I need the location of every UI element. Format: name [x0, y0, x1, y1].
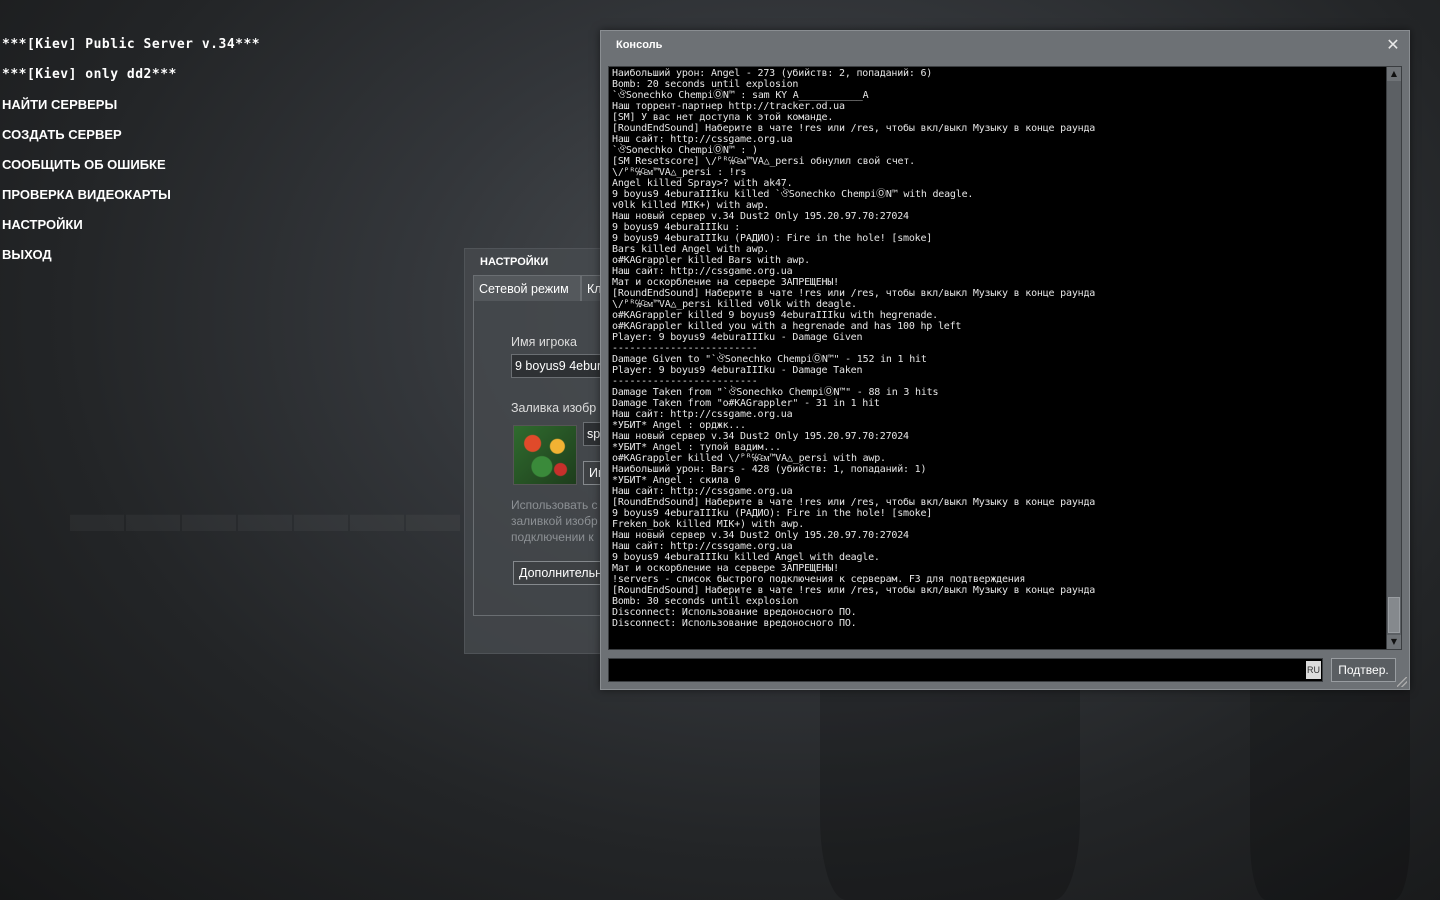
scroll-down-arrow-icon[interactable]: ▼ [1387, 635, 1401, 649]
console-line: Наш новый сервер v.34 Dust2 Only 195.20.… [612, 530, 909, 541]
console-log: Наибольший урон: Angel - 273 (убийств: 2… [608, 66, 1387, 650]
console-line: Наш сайт: http://cssgame.org.ua [612, 541, 793, 552]
console-line: Angel killed Spray>? with ak47. [612, 178, 793, 189]
console-scrollbar[interactable]: ▲ ▼ [1386, 66, 1402, 650]
console-line: Bomb: 20 seconds until explosion [612, 79, 799, 90]
console-line: Наш новый сервер v.34 Dust2 Only 195.20.… [612, 211, 909, 222]
menu-item-settings[interactable]: НАСТРОЙКИ [2, 216, 260, 246]
console-line: `ঔSonechko ChempiⓄN™ : ) [612, 145, 758, 156]
console-line: `ঔSonechko ChempiⓄN™ : sam KY A_________… [612, 90, 869, 101]
console-line: Наибольший урон: Bars - 428 (убийств: 1,… [612, 464, 927, 475]
console-line: 9 boyus9 4eburaIIIku killed `ঔSonechko C… [612, 189, 974, 200]
menu-item-exit[interactable]: ВЫХОД [2, 246, 260, 276]
background-watermark: ▬▬▬▬▬▬▬ [70, 482, 462, 544]
console-line: ------------------------- [612, 343, 758, 354]
console-line: *УБИТ* Angel : орджк... [612, 420, 746, 431]
menu-item-server-1[interactable]: ***[Kiev] Public Server v.34*** [2, 36, 260, 66]
console-line: [RoundEndSound] Наберите в чате !res или… [612, 585, 1096, 596]
console-line: Наибольший урон: Angel - 273 (убийств: 2… [612, 68, 933, 79]
console-line: *УБИТ* Angel : скила 0 [612, 475, 741, 486]
console-line: Мат и оскорбление на сервере ЗАПРЕЩЕНЫ! [612, 277, 839, 288]
console-line: Damage Given to "`ঔSonechko ChempiⓄN™" -… [612, 354, 927, 365]
menu-item-create-server[interactable]: СОЗДАТЬ СЕРВЕР [2, 126, 260, 156]
scroll-up-arrow-icon[interactable]: ▲ [1387, 67, 1401, 81]
console-line: Наш сайт: http://cssgame.org.ua [612, 409, 793, 420]
settings-title: НАСТРОЙКИ [480, 256, 549, 268]
menu-item-server-2[interactable]: ***[Kiev] only dd2*** [2, 66, 260, 96]
console-line: Bars killed Angel with awp. [612, 244, 770, 255]
menu-item-check-video-card[interactable]: ПРОВЕРКА ВИДЕОКАРТЫ [2, 186, 260, 216]
console-line: \/ᴾᴿ℅₠ᴍ™VA△_persi killed v0lk with deagl… [612, 299, 857, 310]
console-line: [RoundEndSound] Наберите в чате !res или… [612, 288, 1096, 299]
main-menu: ***[Kiev] Public Server v.34*** ***[Kiev… [2, 36, 260, 276]
console-line: 9 boyus9 4eburaIIIku (РАДИО): Fire in th… [612, 508, 933, 519]
console-line: *УБИТ* Angel : тупой вадим... [612, 442, 781, 453]
menu-item-report-bug[interactable]: СООБЩИТЬ ОБ ОШИБКЕ [2, 156, 260, 186]
scrollbar-thumb[interactable] [1388, 597, 1400, 633]
console-line: !servers - список быстрого подключения к… [612, 574, 1026, 585]
console-line: Мат и оскорбление на сервере ЗАПРЕЩЕНЫ! [612, 563, 839, 574]
console-line: [RoundEndSound] Наберите в чате !res или… [612, 497, 1096, 508]
console-line: 9 boyus9 4eburaIIIku : [612, 222, 741, 233]
console-line: 9 boyus9 4eburaIIIku killed Angel with d… [612, 552, 880, 563]
submit-button[interactable]: Подтвер. [1331, 658, 1396, 682]
console-title: Консоль [616, 39, 663, 51]
console-line: Bomb: 30 seconds until explosion [612, 596, 799, 607]
console-line: Наш новый сервер v.34 Dust2 Only 195.20.… [612, 431, 909, 442]
resize-grip-icon[interactable] [1397, 677, 1407, 687]
console-line: [SM] У вас нет доступа к этой команде. [612, 112, 834, 123]
console-line: 9 boyus9 4eburaIIIku (РАДИО): Fire in th… [612, 233, 933, 244]
spray-image [513, 425, 577, 485]
console-command-input[interactable] [608, 658, 1323, 682]
close-icon[interactable]: ✕ [1385, 37, 1401, 53]
console-line: Disconnect: Использование вредоносного П… [612, 618, 857, 629]
console-line: o#KAGrappler killed \/ᴾᴿ℅₠ᴍ™VA△_persi wi… [612, 453, 886, 464]
menu-item-find-servers[interactable]: НАЙТИ СЕРВЕРЫ [2, 96, 260, 126]
console-line: o#KAGrappler killed Bars with awp. [612, 255, 810, 266]
console-line: o#KAGrappler killed you with a hegrenade… [612, 321, 962, 332]
console-line: Damage Taken from "o#KAGrappler" - 31 in… [612, 398, 880, 409]
console-line: Наш сайт: http://cssgame.org.ua [612, 486, 793, 497]
console-line: Наш сайт: http://cssgame.org.ua [612, 134, 793, 145]
console-line: v0lk killed MIK+) with awp. [612, 200, 770, 211]
console-window: Консоль ✕ Наибольший урон: Angel - 273 (… [600, 30, 1410, 690]
console-line: [SM Resetscore] \/ᴾᴿ℅₠ᴍ™VA△_persi обнули… [612, 156, 915, 167]
console-line: Damage Taken from "`ঔSonechko ChempiⓄN™"… [612, 387, 939, 398]
player-name-label: Имя игрока [511, 335, 577, 349]
console-line: o#KAGrappler killed 9 boyus9 4eburaIIIku… [612, 310, 938, 321]
tab-network-mode[interactable]: Сетевой режим [473, 275, 581, 301]
console-line: Player: 9 boyus9 4eburaIIIku - Damage Gi… [612, 332, 863, 343]
console-line: Player: 9 boyus9 4eburaIIIku - Damage Ta… [612, 365, 863, 376]
console-line: [RoundEndSound] Наберите в чате !res или… [612, 123, 1096, 134]
console-line: ------------------------- [612, 376, 758, 387]
spray-label: Заливка изобр [511, 401, 597, 415]
language-badge: RU [1306, 661, 1321, 679]
console-line: Freken_bok killed MIK+) with awp. [612, 519, 805, 530]
console-line: Наш сайт: http://cssgame.org.ua [612, 266, 793, 277]
console-line: \/ᴾᴿ℅₠ᴍ™VA△_persi : !rs [612, 167, 747, 178]
console-line: Наш торрент-партнер http://tracker.od.ua [612, 101, 845, 112]
console-line: Disconnect: Использование вредоносного П… [612, 607, 857, 618]
